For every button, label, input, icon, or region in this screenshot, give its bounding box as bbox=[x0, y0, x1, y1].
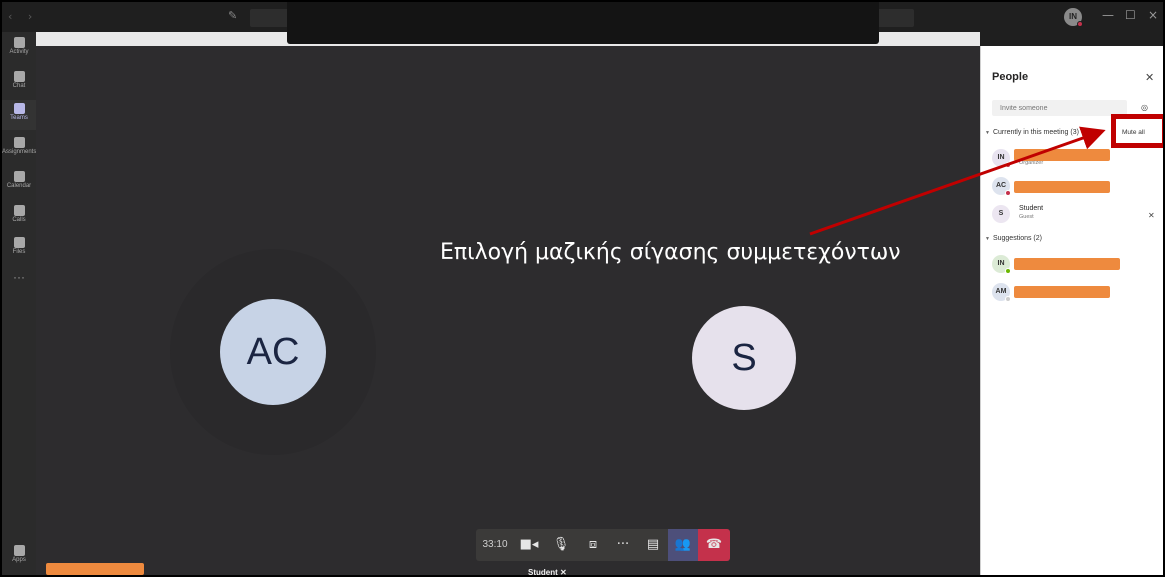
chevron-down-icon: ▼ bbox=[985, 130, 990, 136]
chat-icon[interactable]: ▤ bbox=[638, 529, 668, 561]
rail-item-label: Calendar bbox=[6, 183, 32, 189]
rail-item-apps[interactable]: Apps bbox=[2, 542, 36, 572]
assignments-icon bbox=[13, 137, 25, 148]
compose-icon[interactable]: ✎ bbox=[228, 9, 240, 22]
section-label: Suggestions (2) bbox=[992, 235, 1042, 242]
apps-icon bbox=[13, 545, 25, 556]
call-controls: 33:10 ■◂ 🎙 ⧈ ··· ▤ 👥 ☎ bbox=[476, 529, 730, 561]
rail-item-label: Assignments bbox=[2, 149, 37, 155]
avatar-initials: IN bbox=[997, 260, 1005, 267]
mic-off-icon: ✕ bbox=[560, 568, 567, 577]
close-window-icon[interactable]: × bbox=[1148, 8, 1158, 22]
status-dot bbox=[1005, 268, 1011, 274]
self-name-label: Student ✕ bbox=[528, 568, 567, 577]
calendar-icon bbox=[13, 171, 25, 182]
avatar: S bbox=[992, 205, 1010, 223]
status-dot bbox=[1077, 21, 1083, 27]
teams-icon bbox=[13, 103, 25, 114]
close-icon[interactable]: ✕ bbox=[1145, 71, 1154, 84]
avatar-initials: AM bbox=[995, 288, 1007, 295]
suggestions-header[interactable]: ▼ Suggestions (2) bbox=[985, 235, 1042, 242]
avatar: AC bbox=[992, 177, 1011, 196]
hang-up-icon[interactable]: ☎ bbox=[698, 529, 730, 561]
microphone-icon[interactable]: 🎙 bbox=[546, 529, 576, 561]
rail-item-label: Activity bbox=[9, 49, 29, 55]
avatar: IN bbox=[992, 149, 1011, 168]
rail-item-files[interactable]: Files bbox=[2, 234, 36, 264]
call-timer: 33:10 bbox=[482, 539, 508, 550]
redacted-name bbox=[1014, 181, 1110, 193]
mic-off-icon: ✕ bbox=[1148, 211, 1155, 220]
chat-icon bbox=[13, 71, 25, 82]
camera-icon[interactable]: ■◂ bbox=[514, 529, 544, 561]
suggestion-row[interactable]: AM bbox=[992, 283, 1162, 305]
panel-title: People bbox=[992, 71, 1029, 83]
participant-tile-s[interactable]: S bbox=[692, 306, 796, 410]
avatar: IN bbox=[992, 255, 1011, 274]
files-icon bbox=[13, 237, 25, 248]
minimize-icon[interactable]: — bbox=[1102, 8, 1114, 22]
participant-tile-ac[interactable]: AC bbox=[220, 299, 326, 405]
more-apps-icon[interactable]: ··· bbox=[2, 270, 36, 284]
participants-icon[interactable]: 👥 bbox=[668, 529, 698, 561]
self-name-text: Student bbox=[528, 568, 558, 577]
participant-name: Student bbox=[1019, 205, 1044, 212]
rail-item-label: Calls bbox=[12, 217, 26, 223]
status-dot bbox=[1005, 296, 1011, 302]
participant-row[interactable]: IN Organizer bbox=[992, 149, 1162, 171]
avatar-initials: AC bbox=[995, 182, 1007, 189]
rail-item-label: Teams bbox=[10, 115, 28, 121]
teams-window: ‹ › ✎ IN — ☐ × Activity Chat Teams Assig… bbox=[0, 0, 1165, 577]
rail-item-activity[interactable]: Activity bbox=[2, 34, 36, 64]
bell-icon bbox=[13, 37, 25, 48]
suggestion-row[interactable]: IN bbox=[992, 255, 1162, 277]
rail-item-teams[interactable]: Teams bbox=[2, 100, 36, 130]
chevron-down-icon: ▼ bbox=[985, 236, 990, 242]
maximize-icon[interactable]: ☐ bbox=[1125, 8, 1136, 22]
section-label: Currently in this meeting (3) bbox=[992, 129, 1079, 136]
invite-input[interactable] bbox=[992, 100, 1127, 116]
app-rail: Activity Chat Teams Assignments Calendar… bbox=[2, 32, 36, 575]
rail-item-assignments[interactable]: Assignments bbox=[2, 134, 36, 164]
avatar-initials: S bbox=[998, 210, 1004, 217]
participant-row[interactable]: AC bbox=[992, 177, 1162, 199]
avatar: AM bbox=[992, 283, 1011, 302]
participant-row[interactable]: S Student Guest ✕ bbox=[992, 205, 1162, 227]
rail-item-calendar[interactable]: Calendar bbox=[2, 168, 36, 198]
share-invite-icon[interactable]: ◎ bbox=[1141, 103, 1148, 112]
participant-role: Guest bbox=[1019, 214, 1034, 220]
redacted-meeting-header bbox=[287, 2, 879, 44]
participant-role: Organizer bbox=[1019, 160, 1044, 166]
user-avatar-initials: IN bbox=[1069, 12, 1077, 21]
more-icon[interactable]: ··· bbox=[608, 529, 638, 561]
phone-icon bbox=[13, 205, 25, 216]
highlight-box bbox=[1111, 114, 1163, 148]
rail-item-label: Files bbox=[12, 249, 26, 255]
rail-item-calls[interactable]: Calls bbox=[2, 202, 36, 232]
status-dot bbox=[1005, 190, 1011, 196]
rail-item-chat[interactable]: Chat bbox=[2, 68, 36, 98]
back-forward-icon[interactable]: ‹ › bbox=[8, 10, 38, 23]
redacted-name bbox=[1014, 286, 1110, 298]
avatar-initials: IN bbox=[997, 154, 1005, 161]
share-screen-icon[interactable]: ⧈ bbox=[578, 529, 608, 561]
rail-item-label: Chat bbox=[12, 83, 26, 89]
redacted-name bbox=[1014, 258, 1120, 270]
rail-item-label: Apps bbox=[12, 557, 26, 563]
redacted-name-bar bbox=[46, 563, 144, 575]
current-participants-header[interactable]: ▼ Currently in this meeting (3) bbox=[985, 129, 1079, 136]
meeting-stage: AC S bbox=[36, 46, 980, 575]
status-dot bbox=[1005, 162, 1011, 168]
user-avatar[interactable]: IN bbox=[1064, 8, 1083, 27]
annotation-text: Επιλογή μαζικής σίγασης συμμετεχόντων bbox=[440, 240, 901, 265]
